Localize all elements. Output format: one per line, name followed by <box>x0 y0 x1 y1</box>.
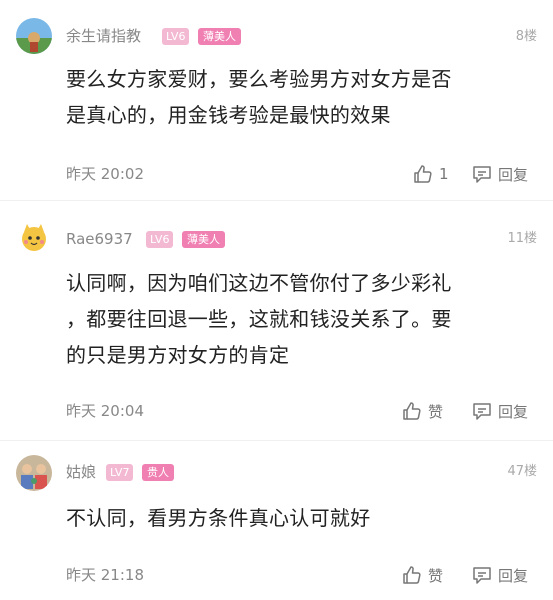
like-label: 赞 <box>428 566 444 585</box>
reply-button[interactable]: 回复 <box>472 564 528 586</box>
username[interactable]: 余生请指教 <box>66 26 141 46</box>
username[interactable]: 姑娘 <box>66 462 96 482</box>
comment-text: 不认同，看男方条件真心认可就好 <box>66 500 538 536</box>
floor-number: 11楼 <box>507 231 537 246</box>
timestamp: 昨天 21:18 <box>66 566 144 584</box>
level-badge: LV7 <box>106 464 134 481</box>
comment-text-line: 不认同，看男方条件真心认可就好 <box>66 506 371 530</box>
comment-text-line: 的只是男方对女方的肯定 <box>66 343 290 367</box>
comment-item: Rae6937 LV6 薄美人 11楼 认同啊，因为咱们这边不管你付了多少彩礼 … <box>0 200 553 440</box>
reply-label: 回复 <box>498 566 529 585</box>
comment-text: 认同啊，因为咱们这边不管你付了多少彩礼 ，都要往回退一些，这就和钱没关系了。要 … <box>66 265 538 373</box>
tag-badge: 薄美人 <box>182 231 225 248</box>
like-count: 1 <box>439 165 449 183</box>
timestamp: 昨天 20:04 <box>66 402 144 420</box>
username[interactable]: Rae6937 <box>66 229 133 249</box>
reply-label: 回复 <box>498 165 529 184</box>
comment-item: 余生请指教 LV6 薄美人 8楼 要么女方家爱财，要么考验男方对女方是否 是真心… <box>0 0 553 195</box>
level-badge: LV6 <box>146 231 174 248</box>
like-button[interactable]: 1 <box>413 163 449 185</box>
reply-button[interactable]: 回复 <box>472 400 528 422</box>
thumbs-up-icon <box>414 165 432 183</box>
like-button[interactable]: 赞 <box>402 564 443 586</box>
timestamp: 昨天 20:02 <box>66 165 144 183</box>
comment-text-line: ，都要往回退一些，这就和钱没关系了。要 <box>66 307 452 331</box>
reply-icon <box>473 567 491 584</box>
comment-text-line: 要么女方家爱财，要么考验男方对女方是否 <box>66 67 452 91</box>
avatar[interactable] <box>16 18 52 54</box>
avatar[interactable] <box>16 220 52 256</box>
comment-text-line: 认同啊，因为咱们这边不管你付了多少彩礼 <box>66 271 452 295</box>
reply-icon <box>473 403 491 420</box>
thumbs-up-icon <box>403 566 421 584</box>
thumbs-up-icon <box>403 402 421 420</box>
comment-item: 姑娘 LV7 贵人 47楼 不认同，看男方条件真心认可就好 昨天 21:18 赞… <box>0 440 553 600</box>
tag-badge: 薄美人 <box>198 28 241 45</box>
comment-text: 要么女方家爱财，要么考验男方对女方是否 是真心的，用金钱考验是最快的效果 <box>66 61 538 133</box>
level-badge: LV6 <box>162 28 190 45</box>
reply-label: 回复 <box>498 402 529 421</box>
floor-number: 47楼 <box>507 464 537 479</box>
like-label: 赞 <box>428 402 444 421</box>
reply-button[interactable]: 回复 <box>472 163 528 185</box>
avatar[interactable] <box>16 455 52 491</box>
tag-badge: 贵人 <box>142 464 174 481</box>
reply-icon <box>473 166 491 183</box>
like-button[interactable]: 赞 <box>402 400 443 422</box>
floor-number: 8楼 <box>515 29 537 44</box>
comment-text-line: 是真心的，用金钱考验是最快的效果 <box>66 103 391 127</box>
